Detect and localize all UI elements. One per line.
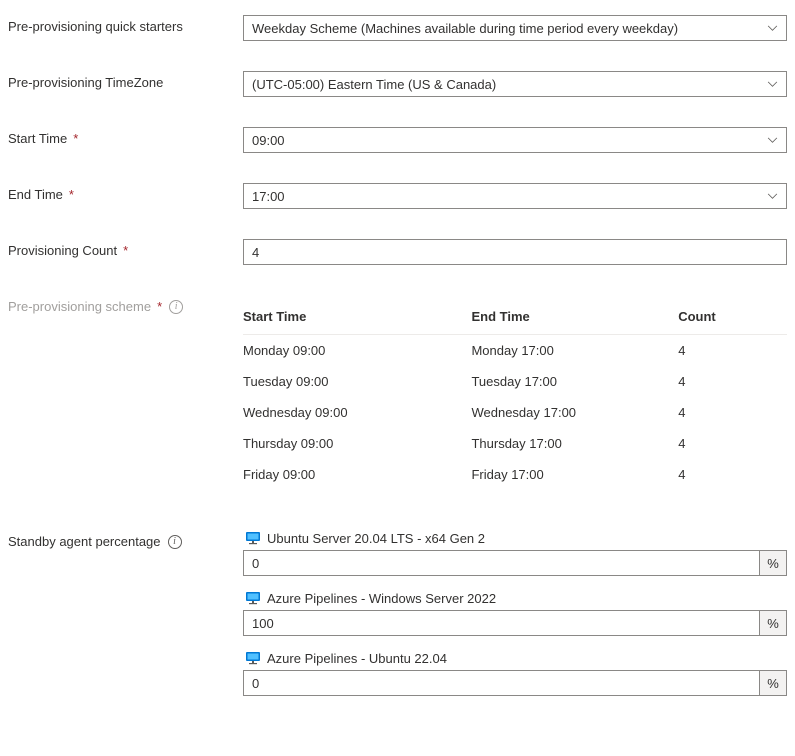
end-time-value: 17:00 (252, 189, 285, 204)
table-cell: Thursday 17:00 (471, 428, 678, 459)
standby-item: Azure Pipelines - Windows Server 2022% (243, 590, 787, 636)
table-cell: Friday 17:00 (471, 459, 678, 490)
info-icon[interactable]: i (169, 300, 183, 314)
standby-agent-name: Azure Pipelines - Windows Server 2022 (267, 591, 496, 606)
standby-agent-name: Ubuntu Server 20.04 LTS - x64 Gen 2 (267, 531, 485, 546)
table-header-start: Start Time (243, 301, 471, 335)
quick-starters-value: Weekday Scheme (Machines available durin… (252, 21, 678, 36)
scheme-label: Pre-provisioning scheme* i (8, 295, 243, 314)
table-cell: Monday 09:00 (243, 335, 471, 367)
table-cell: 4 (678, 397, 787, 428)
table-cell: Tuesday 09:00 (243, 366, 471, 397)
standby-input-row: % (243, 550, 787, 576)
timezone-label: Pre-provisioning TimeZone (8, 71, 243, 90)
chevron-down-icon (766, 134, 778, 146)
start-time-label: Start Time* (8, 127, 243, 146)
table-row: Thursday 09:00Thursday 17:004 (243, 428, 787, 459)
timezone-value: (UTC-05:00) Eastern Time (US & Canada) (252, 77, 496, 92)
vm-icon (245, 530, 261, 546)
standby-agent-name: Azure Pipelines - Ubuntu 22.04 (267, 651, 447, 666)
chevron-down-icon (766, 78, 778, 90)
standby-percentage-input[interactable] (243, 670, 759, 696)
standby-name-row: Azure Pipelines - Ubuntu 22.04 (243, 650, 787, 666)
scheme-table: Start Time End Time Count Monday 09:00Mo… (243, 301, 787, 490)
table-cell: 4 (678, 335, 787, 367)
table-cell: Monday 17:00 (471, 335, 678, 367)
table-cell: 4 (678, 428, 787, 459)
standby-name-row: Azure Pipelines - Windows Server 2022 (243, 590, 787, 606)
end-time-label: End Time* (8, 183, 243, 202)
table-row: Friday 09:00Friday 17:004 (243, 459, 787, 490)
provisioning-count-label: Provisioning Count* (8, 239, 243, 258)
percent-suffix: % (759, 550, 787, 576)
table-header-end: End Time (471, 301, 678, 335)
table-cell: Wednesday 17:00 (471, 397, 678, 428)
standby-input-row: % (243, 610, 787, 636)
table-cell: Wednesday 09:00 (243, 397, 471, 428)
standby-input-row: % (243, 670, 787, 696)
standby-item: Azure Pipelines - Ubuntu 22.04% (243, 650, 787, 696)
table-row: Monday 09:00Monday 17:004 (243, 335, 787, 367)
table-cell: Tuesday 17:00 (471, 366, 678, 397)
standby-percentage-input[interactable] (243, 550, 759, 576)
table-cell: Thursday 09:00 (243, 428, 471, 459)
table-row: Wednesday 09:00Wednesday 17:004 (243, 397, 787, 428)
vm-icon (245, 590, 261, 606)
standby-item: Ubuntu Server 20.04 LTS - x64 Gen 2% (243, 530, 787, 576)
standby-name-row: Ubuntu Server 20.04 LTS - x64 Gen 2 (243, 530, 787, 546)
quick-starters-label: Pre-provisioning quick starters (8, 15, 243, 34)
start-time-value: 09:00 (252, 133, 285, 148)
standby-percentage-input[interactable] (243, 610, 759, 636)
table-cell: Friday 09:00 (243, 459, 471, 490)
table-row: Tuesday 09:00Tuesday 17:004 (243, 366, 787, 397)
table-cell: 4 (678, 366, 787, 397)
chevron-down-icon (766, 22, 778, 34)
standby-label: Standby agent percentage i (8, 530, 243, 549)
percent-suffix: % (759, 610, 787, 636)
chevron-down-icon (766, 190, 778, 202)
table-cell: 4 (678, 459, 787, 490)
end-time-select[interactable]: 17:00 (243, 183, 787, 209)
table-header-count: Count (678, 301, 787, 335)
percent-suffix: % (759, 670, 787, 696)
info-icon[interactable]: i (168, 535, 182, 549)
timezone-select[interactable]: (UTC-05:00) Eastern Time (US & Canada) (243, 71, 787, 97)
provisioning-count-input[interactable] (243, 239, 787, 265)
start-time-select[interactable]: 09:00 (243, 127, 787, 153)
vm-icon (245, 650, 261, 666)
quick-starters-select[interactable]: Weekday Scheme (Machines available durin… (243, 15, 787, 41)
